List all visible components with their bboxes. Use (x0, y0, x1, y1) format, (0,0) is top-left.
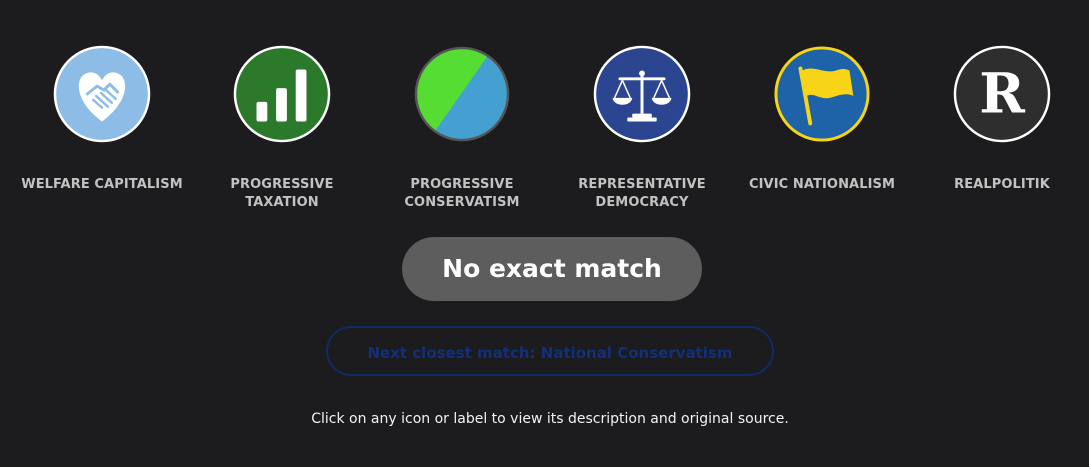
ideology-label[interactable]: REPRESENTATIVE DEMOCRACY (557, 176, 727, 212)
ideology-label[interactable]: REALPOLITIK (917, 176, 1087, 194)
ideology-list: WELFARE CAPITALISM PROGRESSIVE TAXATION … (12, 45, 1089, 215)
handshake-heart-icon[interactable] (53, 45, 151, 143)
letter-r-icon[interactable]: R (953, 45, 1051, 143)
ideology-welfare-capitalism[interactable]: WELFARE CAPITALISM (12, 45, 192, 215)
no-exact-match-badge: No exact match (402, 237, 702, 301)
ideology-label[interactable]: PROGRESSIVE CONSERVATISM (377, 176, 547, 212)
scales-of-justice-icon[interactable] (593, 45, 691, 143)
next-closest-match-button[interactable]: Next closest match: National Conservatis… (326, 326, 774, 376)
ideology-label[interactable]: CIVIC NATIONALISM (737, 176, 907, 194)
ideology-civic-nationalism[interactable]: CIVIC NATIONALISM (732, 45, 912, 215)
instruction-text: Click on any icon or label to view its d… (311, 411, 789, 427)
letter-r-glyph: R (979, 61, 1025, 126)
ideology-representative-democracy[interactable]: REPRESENTATIVE DEMOCRACY (552, 45, 732, 215)
ideology-label[interactable]: WELFARE CAPITALISM (17, 176, 187, 194)
split-green-blue-icon[interactable] (413, 45, 511, 143)
ideology-label[interactable]: PROGRESSIVE TAXATION (197, 176, 367, 212)
yellow-flag-icon[interactable] (773, 45, 871, 143)
ascending-bars-icon[interactable] (233, 45, 331, 143)
ideology-realpolitik[interactable]: R REALPOLITIK (912, 45, 1089, 215)
ideology-progressive-taxation[interactable]: PROGRESSIVE TAXATION (192, 45, 372, 215)
ideology-progressive-conservatism[interactable]: PROGRESSIVE CONSERVATISM (372, 45, 552, 215)
